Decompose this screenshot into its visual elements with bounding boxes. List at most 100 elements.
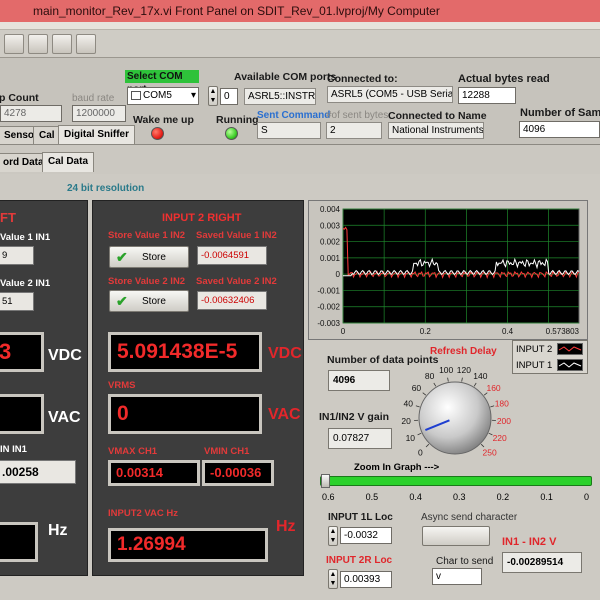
sent-bytes-label: #of sent bytes (326, 110, 389, 121)
sent-bytes-field: 2 (326, 122, 382, 139)
saved-value-2-in2-label: Saved Value 2 IN2 (196, 276, 277, 287)
input1-vac-display (0, 394, 44, 434)
char-to-send-label: Char to send (436, 556, 494, 567)
knob-tick-mark (433, 382, 437, 387)
input2-vac-unit: VAC (268, 406, 301, 423)
zoom-slider-scale: 0.6 0.5 0.4 0.3 0.2 0.1 0 (322, 488, 592, 510)
knob-tick-mark (473, 382, 477, 387)
knob-tick-label: 140 (473, 371, 487, 381)
store-value-2-button[interactable]: ✔ Store (109, 290, 189, 312)
zoom-slider-handle[interactable] (321, 474, 330, 488)
loop-count-field: 4278 (0, 105, 62, 122)
input1-hz-display (0, 522, 38, 562)
store-value-1-in1-label: Value 1 IN1 (0, 232, 51, 243)
abort-icon[interactable] (52, 34, 72, 54)
input1-loc-stepper[interactable]: ▲ ▼ (328, 526, 338, 546)
knob-tick-label: 100 (439, 365, 453, 375)
tab-digital-sniffer[interactable]: Digital Sniffer (58, 125, 136, 145)
knob-tick-label: 80 (425, 371, 435, 381)
legend-input1-swatch[interactable] (557, 359, 583, 371)
zoom-tick-label: 0.2 (496, 492, 510, 502)
graph-legend: INPUT 2 INPUT 1 (512, 340, 588, 374)
input2-vac-hz-label: INPUT2 VAC Hz (108, 508, 179, 519)
wake-up-led[interactable] (151, 127, 164, 140)
connected-name-field: National Instruments (388, 122, 484, 139)
baud-rate-field[interactable]: 1200000 (72, 105, 126, 122)
y-tick-label: 0.003 (320, 221, 341, 230)
input1-hz-unit: Hz (48, 522, 68, 539)
sent-command-field: S (257, 122, 321, 139)
y-tick-label: -0.003 (317, 319, 340, 328)
input2-hz-unit: Hz (276, 518, 296, 535)
knob-tick-label: 20 (401, 416, 411, 426)
input1-loc-label: INPUT 1L Loc (328, 512, 393, 523)
com-port-select[interactable]: COM5 ▾ (127, 87, 199, 105)
vmin-ch1-label: VMIN CH1 (204, 446, 250, 457)
y-tick-label: 0 (336, 270, 341, 279)
waveform-graph: 0.004 0.003 0.002 0.001 0 -0.001 -0.002 -0.003 0… (308, 200, 588, 340)
plot-area (342, 208, 580, 324)
knob-tick-mark (480, 443, 485, 448)
knob-tick-mark (422, 392, 427, 396)
actual-bytes-label: Actual bytes read (458, 73, 550, 85)
vrms-label: VRMS (108, 380, 136, 391)
zoom-tick-label: 0.3 (453, 492, 466, 502)
store-value-2-in1-label: Value 2 IN1 (0, 278, 51, 289)
knob-tick-mark (415, 405, 420, 408)
legend-input2-swatch[interactable] (557, 343, 583, 355)
saved-value-2-in1-field: 51 (0, 292, 34, 311)
zoom-tick-label: 0.1 (540, 492, 553, 502)
gain-label: IN1/IN2 V gain (319, 411, 390, 423)
chevron-down-icon[interactable]: ▾ (191, 88, 196, 103)
diff-label: IN1 - IN2 V (502, 536, 557, 548)
actual-bytes-field: 12288 (458, 87, 516, 104)
pause-icon[interactable] (76, 34, 96, 54)
knob-tick-mark (417, 432, 422, 436)
input1-loc-field[interactable]: -0.0032 (340, 527, 392, 544)
baud-rate-label: baud rate (72, 93, 115, 104)
legend-input2-label: INPUT 2 (516, 344, 553, 355)
knob-tick-label: 200 (497, 416, 511, 426)
run-icon[interactable] (4, 34, 24, 54)
zoom-tick-label: 0.5 (365, 492, 379, 502)
vmin-in1-field: .00258 (0, 460, 76, 484)
num-points-field: 4096 (328, 370, 390, 391)
y-tick-label: -0.001 (317, 286, 340, 295)
subtab-cal-data[interactable]: Cal Data (42, 152, 95, 172)
knob-tick-label: 40 (403, 398, 413, 408)
input2-loc-stepper[interactable]: ▲ ▼ (328, 569, 338, 589)
input2-loc-field[interactable]: 0.00393 (340, 571, 392, 588)
com-index-field[interactable]: 0 (220, 88, 238, 105)
vmin-ch1-field: -0.00036 (202, 460, 274, 486)
zoom-tick-label: 0.4 (409, 492, 422, 502)
input1-vdc-unit: VDC (48, 347, 82, 364)
knob-tick-label: 220 (493, 433, 507, 443)
zoom-tick-label: 0 (584, 492, 590, 502)
char-to-send-field[interactable]: v (432, 568, 482, 585)
y-tick-label: -0.002 (317, 303, 340, 312)
tab-cal[interactable]: Cal (33, 126, 61, 145)
run-continuously-icon[interactable] (28, 34, 48, 54)
connected-to-field: ASRL5 (COM5 - USB Serial Port) (327, 86, 453, 103)
zoom-tick-label: 0.6 (322, 492, 335, 502)
gain-field: 0.07827 (328, 428, 392, 449)
knob-tick-mark (483, 392, 488, 396)
num-samples-field[interactable]: 4096 (519, 121, 600, 138)
store-value-1-in2-label: Store Value 1 IN2 (108, 230, 186, 241)
refresh-delay-knob[interactable]: 010 20 40 6080 100 120140 160 180 200 220 250 (390, 356, 520, 474)
knob-tick-label: 120 (457, 365, 471, 375)
saved-value-1-in2-field: -0.0064591 (197, 246, 267, 265)
store-value-1-button[interactable]: ✔ Store (109, 246, 189, 268)
connected-to-label: Connected to: (327, 73, 398, 85)
async-send-button[interactable] (422, 526, 490, 546)
saved-value-1-in2-label: Saved Value 1 IN2 (196, 230, 277, 241)
y-tick-label: 0.004 (320, 205, 341, 214)
x-tick-label: 0.2 (420, 327, 432, 336)
zoom-slider-track[interactable] (320, 476, 592, 486)
knob-tick-label: 10 (406, 433, 416, 443)
diff-field: -0.00289514 (502, 552, 582, 573)
knob-body (418, 381, 492, 455)
sent-command-label: Sent Command (257, 110, 331, 121)
com-index-stepper[interactable]: ▲ ▼ (208, 86, 218, 106)
input2-title: INPUT 2 RIGHT (162, 212, 242, 224)
